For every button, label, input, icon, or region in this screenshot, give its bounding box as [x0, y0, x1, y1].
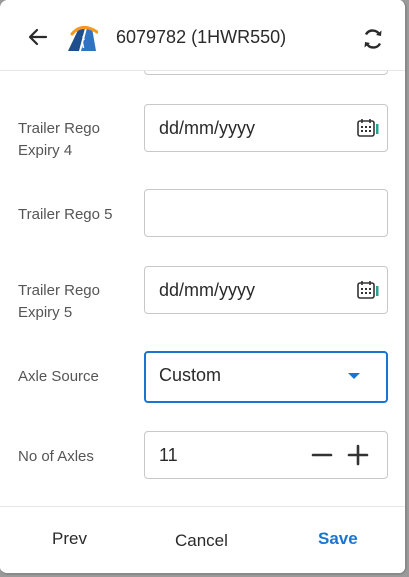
caret-down-icon	[348, 373, 360, 379]
trailer-rego-5-label: Trailer Rego 5	[18, 206, 113, 223]
page-title: 6079782 (1HWR550)	[116, 27, 287, 47]
road-logo-icon	[68, 26, 98, 51]
prev-button[interactable]: Prev	[52, 529, 87, 549]
action-bar: Prev Cancel Save	[0, 506, 405, 573]
axle-source-value: Custom	[159, 365, 222, 385]
no-of-axles-value: 11	[159, 445, 178, 465]
trailer-rego-expiry-5-label: Trailer Rego Expiry 5	[18, 282, 100, 321]
plus-icon[interactable]	[347, 444, 369, 466]
trailer-rego-expiry-5-field[interactable]: dd/mm/yyyy	[144, 266, 388, 314]
date-placeholder: dd/mm/yyyy	[159, 118, 256, 138]
no-of-axles-label: No of Axles	[18, 448, 94, 465]
trailer-rego-expiry-4-label: Trailer Rego Expiry 4	[18, 120, 100, 159]
app-window: 6079782 (1HWR550) Trailer Rego Expiry 4 …	[0, 0, 407, 575]
top-bar: 6079782 (1HWR550)	[0, 0, 405, 71]
trailer-rego-5-field[interactable]	[144, 189, 388, 237]
save-button[interactable]: Save	[318, 529, 358, 549]
arrow-left-icon[interactable]	[26, 25, 50, 49]
date-placeholder: dd/mm/yyyy	[159, 280, 256, 300]
trailer-rego-expiry-4-field[interactable]: dd/mm/yyyy	[144, 104, 388, 152]
minus-icon[interactable]	[311, 444, 333, 466]
cancel-button[interactable]: Cancel	[175, 531, 228, 551]
form-scroll-area[interactable]: Trailer Rego Expiry 4 dd/mm/yyyy Trailer…	[0, 71, 405, 506]
calendar-icon[interactable]	[357, 280, 381, 300]
sync-icon[interactable]	[360, 26, 386, 52]
no-of-axles-stepper[interactable]: 11	[144, 431, 388, 479]
calendar-icon[interactable]	[357, 118, 381, 138]
trailer-rego-4-field[interactable]	[144, 71, 388, 75]
axle-source-label: Axle Source	[18, 368, 99, 385]
axle-source-select[interactable]: Custom	[144, 351, 388, 403]
